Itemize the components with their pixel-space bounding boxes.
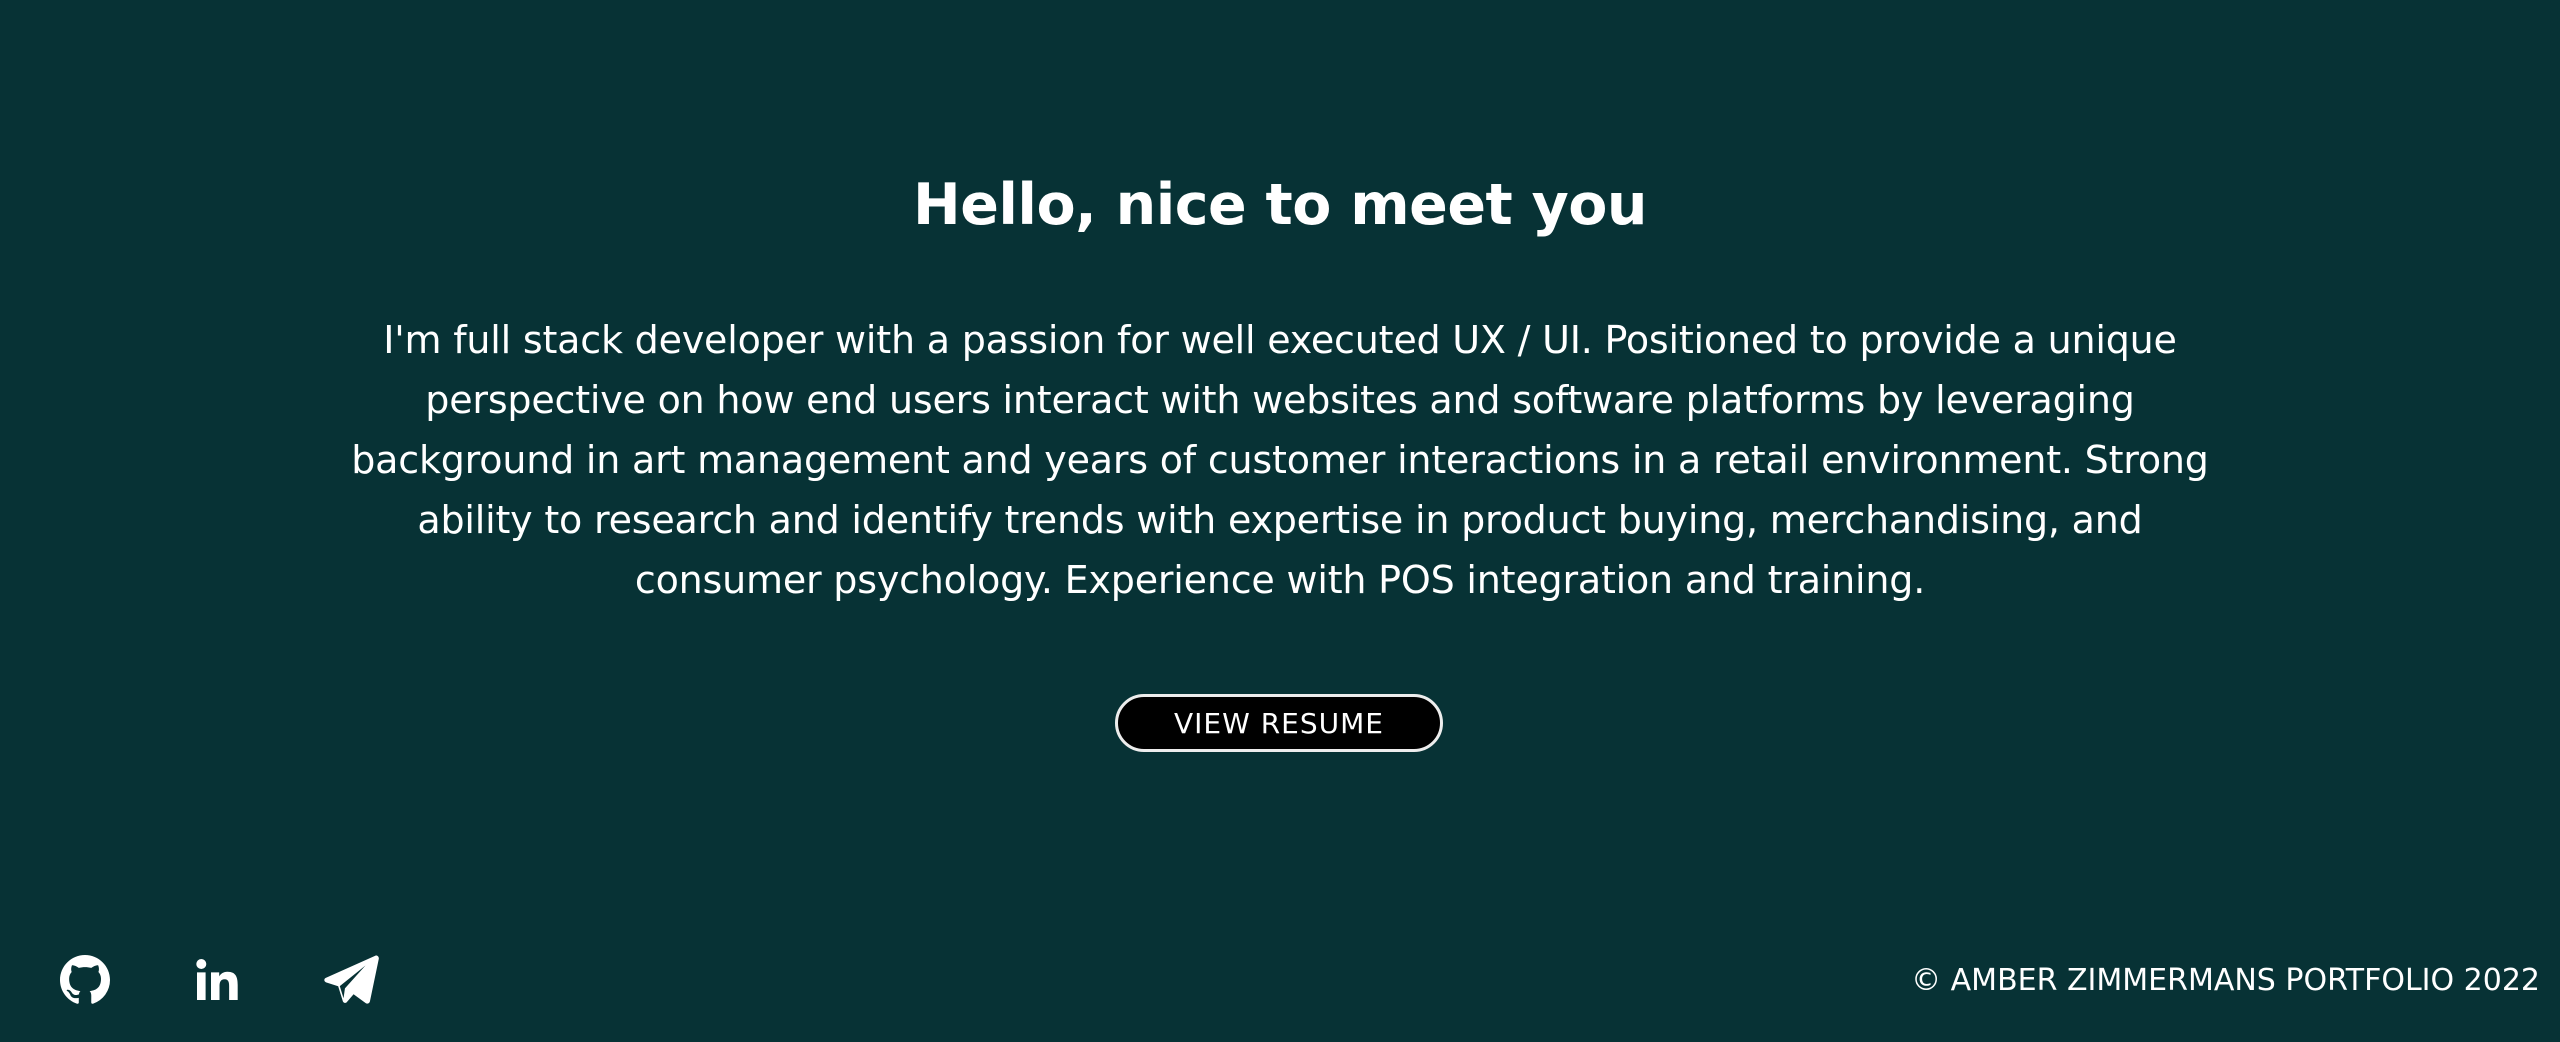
github-link[interactable] (55, 950, 115, 1010)
linkedin-link[interactable] (188, 950, 248, 1010)
github-icon (60, 955, 110, 1004)
telegram-link[interactable] (321, 950, 381, 1010)
about-paragraph: I'm full stack developer with a passion … (351, 318, 2209, 602)
copyright-text: © AMBER ZIMMERMANS PORTFOLIO 2022 (1911, 963, 2540, 998)
page-title: Hello, nice to meet you (913, 172, 1647, 238)
linkedin-icon (196, 959, 238, 1000)
telegram-icon (324, 955, 379, 1004)
view-resume-button[interactable]: VIEW RESUME (1115, 694, 1443, 752)
footer: © AMBER ZIMMERMANS PORTFOLIO 2022 (0, 950, 2560, 1010)
